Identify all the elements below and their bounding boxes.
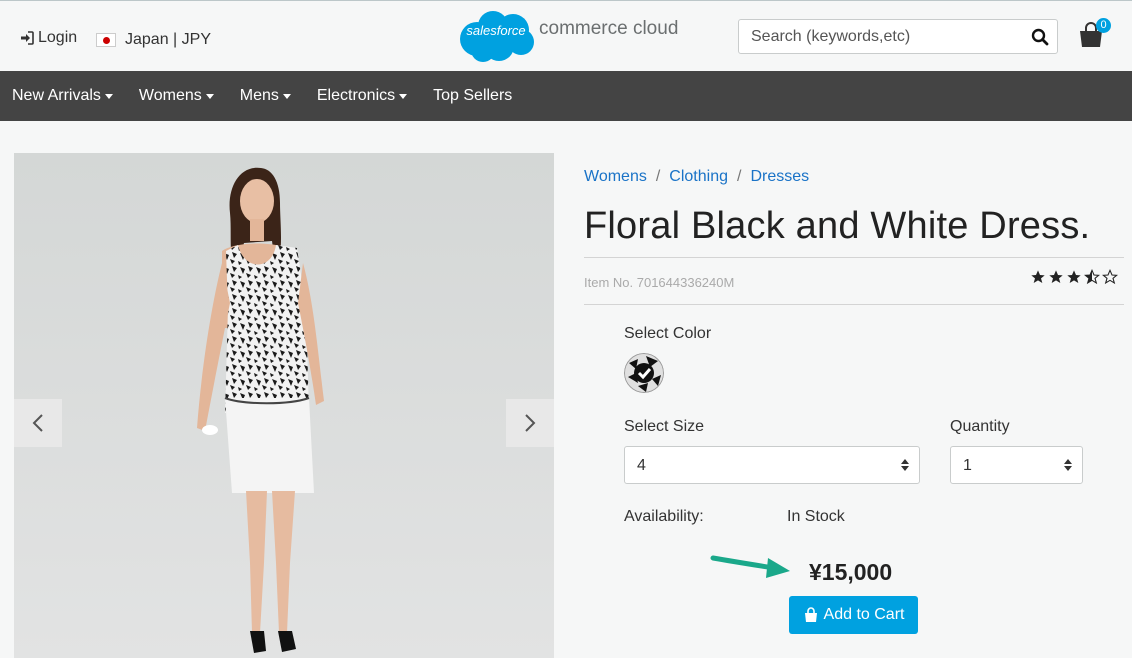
star-empty-icon xyxy=(1102,269,1118,285)
sort-arrows-icon xyxy=(1064,459,1072,471)
nav-new-arrivals-label: New Arrivals xyxy=(12,87,101,104)
star-full-icon xyxy=(1049,270,1063,283)
nav-top-sellers-label: Top Sellers xyxy=(433,87,513,104)
logo-cloud-text: salesforce xyxy=(466,23,526,38)
quantity-select-value: 1 xyxy=(963,457,972,474)
product-image-carousel xyxy=(14,153,554,658)
product-title: Floral Black and White Dress. xyxy=(584,205,1091,247)
site-header: Login Japan | JPY salesforce commerce cl… xyxy=(0,1,1132,71)
breadcrumb: Womens / Clothing / Dresses xyxy=(584,168,809,186)
search-box xyxy=(738,19,1058,54)
chevron-right-icon xyxy=(525,414,536,432)
locale-selector[interactable]: Japan | JPY xyxy=(96,31,211,49)
carousel-prev-button[interactable] xyxy=(14,399,62,447)
color-swatch-black-white[interactable] xyxy=(624,353,664,393)
nav-womens-label: Womens xyxy=(138,87,202,104)
star-full-icon xyxy=(1067,270,1081,283)
carousel-next-button[interactable] xyxy=(506,399,554,447)
product-price: ¥15,000 xyxy=(809,559,893,585)
nav-electronics[interactable]: Electronics xyxy=(316,87,408,105)
japan-flag-icon xyxy=(96,33,116,47)
availability-label: Availability: xyxy=(624,508,704,525)
select-size-label: Select Size xyxy=(624,418,705,435)
chevron-left-icon xyxy=(32,414,43,432)
size-select-value: 4 xyxy=(637,457,646,474)
search-input[interactable] xyxy=(739,20,1009,53)
item-number: Item No. 701644336240M xyxy=(584,275,735,290)
breadcrumb-separator: / xyxy=(737,168,742,185)
nav-new-arrivals[interactable]: New Arrivals xyxy=(12,87,113,105)
select-color-label: Select Color xyxy=(624,325,712,342)
quantity-label: Quantity xyxy=(950,418,1010,435)
logo-text: commerce cloud xyxy=(539,18,679,39)
caret-down-icon xyxy=(399,94,408,99)
nav-mens[interactable]: Mens xyxy=(240,87,291,105)
salesforce-cloud-icon: salesforce xyxy=(455,9,537,63)
product-photo xyxy=(14,153,554,658)
main-navigation: New Arrivals Womens Mens Electronics Top… xyxy=(0,71,1132,121)
login-link[interactable]: Login xyxy=(20,29,77,47)
size-select[interactable]: 4 xyxy=(624,446,920,484)
divider xyxy=(584,257,1124,258)
breadcrumb-clothing[interactable]: Clothing xyxy=(669,168,728,186)
nav-electronics-label: Electronics xyxy=(316,87,396,104)
breadcrumb-womens[interactable]: Womens xyxy=(584,168,647,186)
breadcrumb-dresses[interactable]: Dresses xyxy=(750,168,809,186)
caret-down-icon xyxy=(282,94,291,99)
search-icon[interactable] xyxy=(1031,28,1049,46)
nav-womens[interactable]: Womens xyxy=(139,87,214,105)
site-logo[interactable]: salesforce commerce cloud xyxy=(455,9,678,63)
add-to-cart-button[interactable]: Add to Cart xyxy=(789,596,918,634)
add-to-cart-label: Add to Cart xyxy=(823,606,905,623)
arrow-annotation-icon xyxy=(710,555,790,578)
check-icon xyxy=(624,353,664,393)
product-rating xyxy=(1030,269,1118,285)
sort-arrows-icon xyxy=(901,459,909,471)
caret-down-icon xyxy=(104,94,113,99)
login-label: Login xyxy=(38,29,78,46)
nav-mens-label: Mens xyxy=(239,87,279,104)
quantity-select[interactable]: 1 xyxy=(950,446,1083,484)
cart-count-badge: 0 xyxy=(1096,18,1111,33)
star-full-icon xyxy=(1031,270,1045,283)
caret-down-icon xyxy=(205,94,214,99)
breadcrumb-separator: / xyxy=(655,168,661,185)
locale-label: Japan | JPY xyxy=(125,31,211,48)
star-half-icon xyxy=(1084,269,1100,285)
availability-value: In Stock xyxy=(787,508,845,525)
shopping-bag-icon xyxy=(804,607,817,622)
sign-in-icon xyxy=(21,31,34,45)
divider xyxy=(584,304,1124,305)
nav-top-sellers[interactable]: Top Sellers xyxy=(433,87,512,105)
